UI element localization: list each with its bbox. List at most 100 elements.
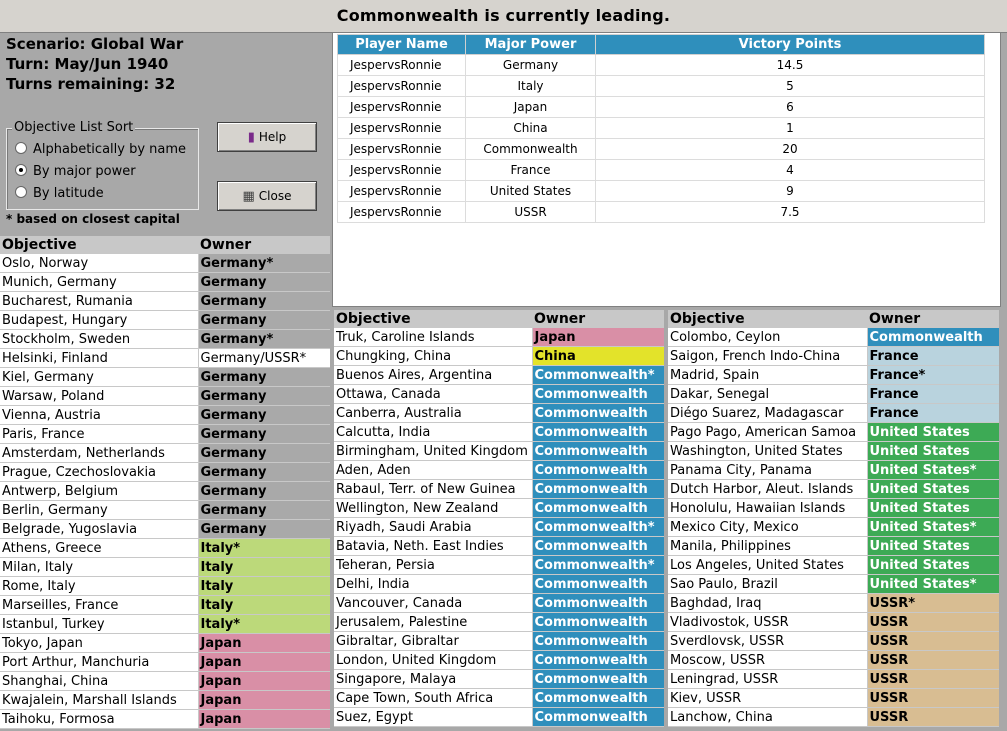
objective-row[interactable]: Dutch Harbor, Aleut. Islands United State… bbox=[668, 479, 999, 499]
objective-row[interactable]: Prague, Czechoslovakia Germany bbox=[0, 462, 330, 482]
objective-row[interactable]: Helsinki, Finland Germany/USSR* bbox=[0, 348, 330, 368]
objective-row[interactable]: Warsaw, Poland Germany bbox=[0, 386, 330, 406]
objective-row[interactable]: Vancouver, Canada Commonwealth bbox=[334, 593, 664, 613]
vp-player-name: JespervsRonnie bbox=[337, 180, 466, 202]
objective-row[interactable]: Stockholm, Sweden Germany* bbox=[0, 329, 330, 349]
sort-option-label: Alphabetically by name bbox=[33, 142, 187, 157]
vp-player-name: JespervsRonnie bbox=[337, 75, 466, 97]
objective-row[interactable]: Aden, Aden Commonwealth bbox=[334, 460, 664, 480]
objective-row[interactable]: Milan, Italy Italy bbox=[0, 557, 330, 577]
objective-row[interactable]: Honolulu, Hawaiian Islands United States bbox=[668, 498, 999, 518]
objective-row[interactable]: Vienna, Austria Germany bbox=[0, 405, 330, 425]
objective-row[interactable]: Leningrad, USSR USSR bbox=[668, 669, 999, 689]
objective-row[interactable]: Los Angeles, United States United States bbox=[668, 555, 999, 575]
radio-selected-icon[interactable] bbox=[15, 164, 27, 176]
objective-name: Vladivostok, USSR bbox=[668, 612, 868, 632]
sort-option-latitude[interactable]: By latitude bbox=[15, 185, 104, 203]
objective-row[interactable]: Kiev, USSR USSR bbox=[668, 688, 999, 708]
objective-row[interactable]: Rabaul, Terr. of New Guinea Commonwealth bbox=[334, 479, 664, 499]
vp-row[interactable]: JespervsRonnie United States 9 bbox=[337, 180, 985, 202]
vp-row[interactable]: JespervsRonnie USSR 7.5 bbox=[337, 201, 985, 223]
vp-row[interactable]: JespervsRonnie China 1 bbox=[337, 117, 985, 139]
objective-row[interactable]: Pago Pago, American Samoa United States bbox=[668, 422, 999, 442]
objective-row[interactable]: Budapest, Hungary Germany bbox=[0, 310, 330, 330]
objective-name: Delhi, India bbox=[334, 574, 533, 594]
objective-row[interactable]: Saigon, French Indo-China France bbox=[668, 346, 999, 366]
objective-row[interactable]: Antwerp, Belgium Germany bbox=[0, 481, 330, 501]
vp-row[interactable]: JespervsRonnie Italy 5 bbox=[337, 75, 985, 97]
objective-row[interactable]: Tokyo, Japan Japan bbox=[0, 633, 330, 653]
objective-row[interactable]: Dakar, Senegal France bbox=[668, 384, 999, 404]
vp-row[interactable]: JespervsRonnie Commonwealth 20 bbox=[337, 138, 985, 160]
objective-row[interactable]: Belgrade, Yugoslavia Germany bbox=[0, 519, 330, 539]
objective-row[interactable]: London, United Kingdom Commonwealth bbox=[334, 650, 664, 670]
objective-row[interactable]: Panama City, Panama United States* bbox=[668, 460, 999, 480]
objective-row[interactable]: Wellington, New Zealand Commonwealth bbox=[334, 498, 664, 518]
col-victory-points[interactable]: Victory Points bbox=[595, 34, 985, 55]
objective-name: Budapest, Hungary bbox=[0, 310, 199, 330]
objective-row[interactable]: Birmingham, United Kingdom Commonwealth bbox=[334, 441, 664, 461]
objective-row[interactable]: Sverdlovsk, USSR USSR bbox=[668, 631, 999, 651]
objective-row[interactable]: Jerusalem, Palestine Commonwealth bbox=[334, 612, 664, 632]
vp-row[interactable]: JespervsRonnie Germany 14.5 bbox=[337, 54, 985, 76]
objective-row[interactable]: Cape Town, South Africa Commonwealth bbox=[334, 688, 664, 708]
objective-row[interactable]: Colombo, Ceylon Commonwealth bbox=[668, 328, 999, 347]
objective-row[interactable]: Manila, Philippines United States bbox=[668, 536, 999, 556]
objective-row[interactable]: Shanghai, China Japan bbox=[0, 671, 330, 691]
close-button[interactable]: ▦ Close bbox=[217, 181, 317, 211]
col-player-name[interactable]: Player Name bbox=[337, 34, 466, 55]
objective-row[interactable]: Batavia, Neth. East Indies Commonwealth bbox=[334, 536, 664, 556]
objective-row[interactable]: Ottawa, Canada Commonwealth bbox=[334, 384, 664, 404]
objective-row[interactable]: Paris, France Germany bbox=[0, 424, 330, 444]
objective-row[interactable]: Diégo Suarez, Madagascar France bbox=[668, 403, 999, 423]
objective-row[interactable]: Buenos Aires, Argentina Commonwealth* bbox=[334, 365, 664, 385]
objective-row[interactable]: Oslo, Norway Germany* bbox=[0, 254, 330, 273]
objective-row[interactable]: Gibraltar, Gibraltar Commonwealth bbox=[334, 631, 664, 651]
col-major-power[interactable]: Major Power bbox=[465, 34, 596, 55]
objective-row[interactable]: Madrid, Spain France* bbox=[668, 365, 999, 385]
vp-row[interactable]: JespervsRonnie Japan 6 bbox=[337, 96, 985, 118]
objective-row[interactable]: Rome, Italy Italy bbox=[0, 576, 330, 596]
objective-row[interactable]: Suez, Egypt Commonwealth bbox=[334, 707, 664, 727]
objective-owner: Germany bbox=[198, 424, 330, 444]
objective-name: Truk, Caroline Islands bbox=[334, 328, 533, 347]
objective-row[interactable]: Amsterdam, Netherlands Germany bbox=[0, 443, 330, 463]
victory-points-panel: Player Name Major Power Victory Points J… bbox=[332, 32, 1001, 307]
objective-row[interactable]: Taihoku, Formosa Japan bbox=[0, 709, 330, 729]
objective-row[interactable]: Singapore, Malaya Commonwealth bbox=[334, 669, 664, 689]
objective-row[interactable]: Mexico City, Mexico United States* bbox=[668, 517, 999, 537]
radio-icon[interactable] bbox=[15, 186, 27, 198]
objective-row[interactable]: Riyadh, Saudi Arabia Commonwealth* bbox=[334, 517, 664, 537]
objective-row[interactable]: Kwajalein, Marshall Islands Japan bbox=[0, 690, 330, 710]
vp-player-name: JespervsRonnie bbox=[337, 54, 466, 76]
objective-row[interactable]: Canberra, Australia Commonwealth bbox=[334, 403, 664, 423]
objective-row[interactable]: Calcutta, India Commonwealth bbox=[334, 422, 664, 442]
objective-row[interactable]: Chungking, China China bbox=[334, 346, 664, 366]
sort-option-major-power[interactable]: By major power bbox=[15, 163, 136, 181]
objective-row[interactable]: Moscow, USSR USSR bbox=[668, 650, 999, 670]
objective-row[interactable]: Marseilles, France Italy bbox=[0, 595, 330, 615]
objective-owner: Italy bbox=[198, 576, 330, 596]
objective-row[interactable]: Istanbul, Turkey Italy* bbox=[0, 614, 330, 634]
objective-row[interactable]: Bucharest, Rumania Germany bbox=[0, 291, 330, 311]
objective-owner: Commonwealth bbox=[532, 479, 664, 499]
objective-row[interactable]: Sao Paulo, Brazil United States* bbox=[668, 574, 999, 594]
objective-row[interactable]: Washington, United States United States bbox=[668, 441, 999, 461]
objective-row[interactable]: Delhi, India Commonwealth bbox=[334, 574, 664, 594]
help-button[interactable]: ▮ Help bbox=[217, 122, 317, 152]
objective-row[interactable]: Kiel, Germany Germany bbox=[0, 367, 330, 387]
objective-owner: Japan bbox=[532, 328, 664, 347]
objective-row[interactable]: Baghdad, Iraq USSR* bbox=[668, 593, 999, 613]
objective-row[interactable]: Vladivostok, USSR USSR bbox=[668, 612, 999, 632]
objective-row[interactable]: Port Arthur, Manchuria Japan bbox=[0, 652, 330, 672]
objective-row[interactable]: Munich, Germany Germany bbox=[0, 272, 330, 292]
objective-row[interactable]: Athens, Greece Italy* bbox=[0, 538, 330, 558]
radio-icon[interactable] bbox=[15, 142, 27, 154]
vp-row[interactable]: JespervsRonnie France 4 bbox=[337, 159, 985, 181]
objective-row[interactable]: Truk, Caroline Islands Japan bbox=[334, 328, 664, 347]
objective-row[interactable]: Teheran, Persia Commonwealth* bbox=[334, 555, 664, 575]
objective-row[interactable]: Lanchow, China USSR bbox=[668, 707, 999, 727]
objective-row[interactable]: Berlin, Germany Germany bbox=[0, 500, 330, 520]
sort-option-alphabetical[interactable]: Alphabetically by name bbox=[15, 141, 186, 159]
objective-name: Wellington, New Zealand bbox=[334, 498, 533, 518]
